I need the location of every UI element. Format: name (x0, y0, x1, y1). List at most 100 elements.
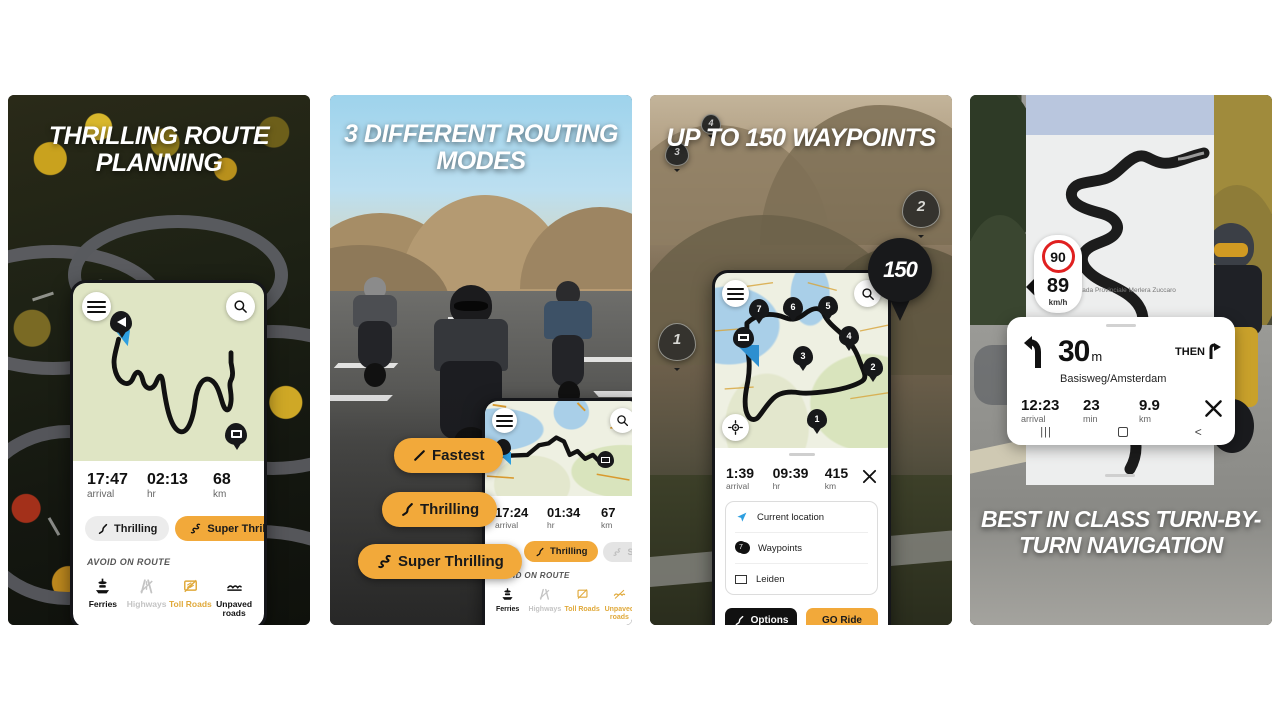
speed-unit-label: km/h (1048, 298, 1068, 307)
turn-right-arrow-icon (1209, 343, 1221, 359)
stat-duration: 23 min (1083, 397, 1100, 424)
avoid-item-toll-roads[interactable]: Toll Roads (564, 587, 601, 621)
navigation-arrow-icon (737, 512, 747, 522)
search-button[interactable] (226, 292, 255, 321)
search-icon (617, 415, 629, 427)
crosshair-locate-icon (728, 420, 743, 435)
maneuver-block: 30 m (1023, 335, 1102, 369)
sheet-grabber[interactable] (788, 453, 815, 456)
highway-icon (140, 579, 153, 594)
promo-panel-best-in-class-navigation: SP583 Strada Provinciale Merlera Zuccaro… (970, 95, 1272, 625)
super-thrilling-squiggle-icon (378, 555, 391, 569)
go-ride-button[interactable]: GO Ride (806, 608, 878, 625)
list-item-label: Current location (757, 511, 825, 523)
close-button[interactable] (862, 469, 877, 489)
speed-indicator: 90 89 km/h (1034, 235, 1082, 313)
panel1-phone-mockup: 17:47 arrival 02:13 hr 68 km Thrilling S… (70, 280, 267, 625)
screenshot-root: THRILLING ROUTE PLANNING 17:47 arrival 0… (0, 0, 1280, 720)
stat-distance: 9.9 km (1139, 397, 1160, 424)
highway-icon (540, 588, 550, 600)
map-waypoint-4[interactable]: 4 (839, 326, 859, 346)
panel1-avoid-row: Ferries Highways Toll Roads Unpaved road… (81, 577, 256, 619)
callout-thrilling[interactable]: Thrilling (382, 492, 498, 527)
close-button[interactable] (1204, 399, 1223, 423)
thrilling-curve-icon (536, 547, 544, 556)
list-item-leiden[interactable]: Leiden (735, 564, 868, 594)
then-block: THEN (1175, 343, 1223, 360)
avoid-label: Unpaved roads (604, 606, 632, 621)
map-waypoint-2[interactable]: 2 (863, 357, 883, 377)
map-waypoint-3[interactable]: 3 (793, 346, 813, 366)
menu-button[interactable] (722, 280, 749, 307)
waypoints-count-icon: 7 (735, 541, 750, 555)
stat-duration: 02:13 hr (147, 471, 188, 500)
promo-panel-three-routing-modes: 3 DIFFERENT ROUTING MODES 17:24 arrival … (330, 95, 632, 625)
list-item-label: Leiden (756, 573, 785, 585)
panel2-route-stats: 17:24 arrival 01:34 hr 67 km (495, 505, 632, 530)
callout-super-thrilling[interactable]: Super Thrilling (358, 544, 522, 579)
toll-road-icon (183, 579, 197, 593)
search-icon (861, 287, 874, 300)
speed-limit-sign: 90 (1041, 240, 1075, 273)
promo-panel-up-to-150-waypoints: UP TO 150 WAYPOINTS 4 3 2 1 150 7 6 5 4 … (650, 95, 952, 625)
mode-button-super-thrilling[interactable]: Super Thrilling (175, 516, 264, 541)
options-button[interactable]: Options (725, 608, 797, 625)
badge-pin-150: 150 (868, 238, 932, 302)
list-item-waypoints[interactable]: 7 Waypoints (735, 533, 868, 563)
avoid-label: Ferries (88, 599, 118, 609)
list-item-current-location[interactable]: Current location (735, 502, 868, 532)
panel1-start-marker-tip (117, 330, 127, 338)
avoid-item-unpaved-roads[interactable]: Unpaved roads (212, 577, 256, 619)
mode-button-thrilling[interactable]: Thrilling (524, 541, 599, 562)
avoid-item-ferries[interactable]: Ferries (81, 577, 125, 619)
panel3-phone-mockup: 7 6 5 4 3 2 1 1:39 arrival 09:39 hr 415 … (712, 270, 891, 625)
map-waypoint-7[interactable]: 7 (749, 299, 769, 319)
stat-arrival: 12:23 arrival (1021, 397, 1060, 424)
map-waypoint-1[interactable]: 1 (807, 409, 827, 429)
search-icon (234, 300, 247, 313)
panel4-route-stats: 12:23 arrival 23 min 9.9 km (1021, 397, 1223, 424)
home-icon[interactable] (1118, 427, 1129, 437)
recents-icon[interactable]: ||| (1040, 426, 1052, 438)
avoid-label: Toll Roads (168, 599, 212, 609)
floating-pin-1: 1 (658, 323, 696, 361)
callout-fastest[interactable]: Fastest (394, 438, 503, 473)
panel1-avoid-title: AVOID ON ROUTE (87, 557, 171, 567)
stat-arrival: 17:24 arrival (495, 505, 529, 530)
maneuver-distance-value: 30 (1058, 335, 1090, 368)
panel2-phone-mockup: 17:24 arrival 01:34 hr 67 km Thrilling A… (482, 398, 632, 625)
avoid-label: Ferries (495, 606, 520, 613)
menu-button[interactable] (82, 292, 111, 321)
map-waypoint-6[interactable]: 6 (783, 297, 803, 317)
mode-button-thrilling[interactable]: Thrilling (85, 516, 170, 541)
menu-button[interactable] (492, 408, 517, 433)
panel2-destination-marker[interactable] (597, 451, 614, 468)
super-thrilling-squiggle-icon (191, 523, 201, 534)
panel4-road-name: Strada Provinciale Merlera Zuccaro (1074, 287, 1176, 294)
back-icon[interactable]: < (1195, 425, 1202, 439)
panel3-destination-marker[interactable] (733, 327, 754, 348)
android-navigation-bar: ||| < (1007, 423, 1235, 441)
avoid-item-toll-roads[interactable]: Toll Roads (169, 577, 213, 619)
thrilling-curve-icon (402, 503, 413, 516)
sheet-grabber[interactable] (1105, 474, 1135, 477)
close-x-icon (862, 469, 877, 484)
avoid-item-highways[interactable]: Highways (125, 577, 169, 619)
panel2-map (485, 401, 632, 496)
avoid-label: Highways (528, 606, 562, 613)
map-waypoint-5[interactable]: 5 (818, 296, 838, 316)
panel1-app-screen: 17:47 arrival 02:13 hr 68 km Thrilling S… (73, 283, 264, 625)
locate-button[interactable] (722, 414, 749, 441)
avoid-item-ferries[interactable]: Ferries (489, 587, 526, 621)
panel2-app-screen: 17:24 arrival 01:34 hr 67 km Thrilling A… (485, 401, 632, 625)
card-grabber[interactable] (1106, 324, 1136, 327)
promo-panel-thrilling-route-planning: THRILLING ROUTE PLANNING 17:47 arrival 0… (8, 95, 310, 625)
navigation-instruction-card: 30 m THEN Basisweg/Amsterdam 12:23 arriv… (1007, 317, 1235, 445)
avoid-item-unpaved-roads[interactable]: Unpaved roads (601, 587, 632, 621)
panel1-headline: THRILLING ROUTE PLANNING (48, 122, 270, 177)
avoid-label: Highways (126, 599, 167, 609)
mode-button-super-thrilling[interactable]: S (603, 541, 632, 562)
avoid-item-highways[interactable]: Highways (526, 587, 563, 621)
hamburger-menu-icon (726, 292, 745, 295)
search-button[interactable] (610, 408, 632, 433)
